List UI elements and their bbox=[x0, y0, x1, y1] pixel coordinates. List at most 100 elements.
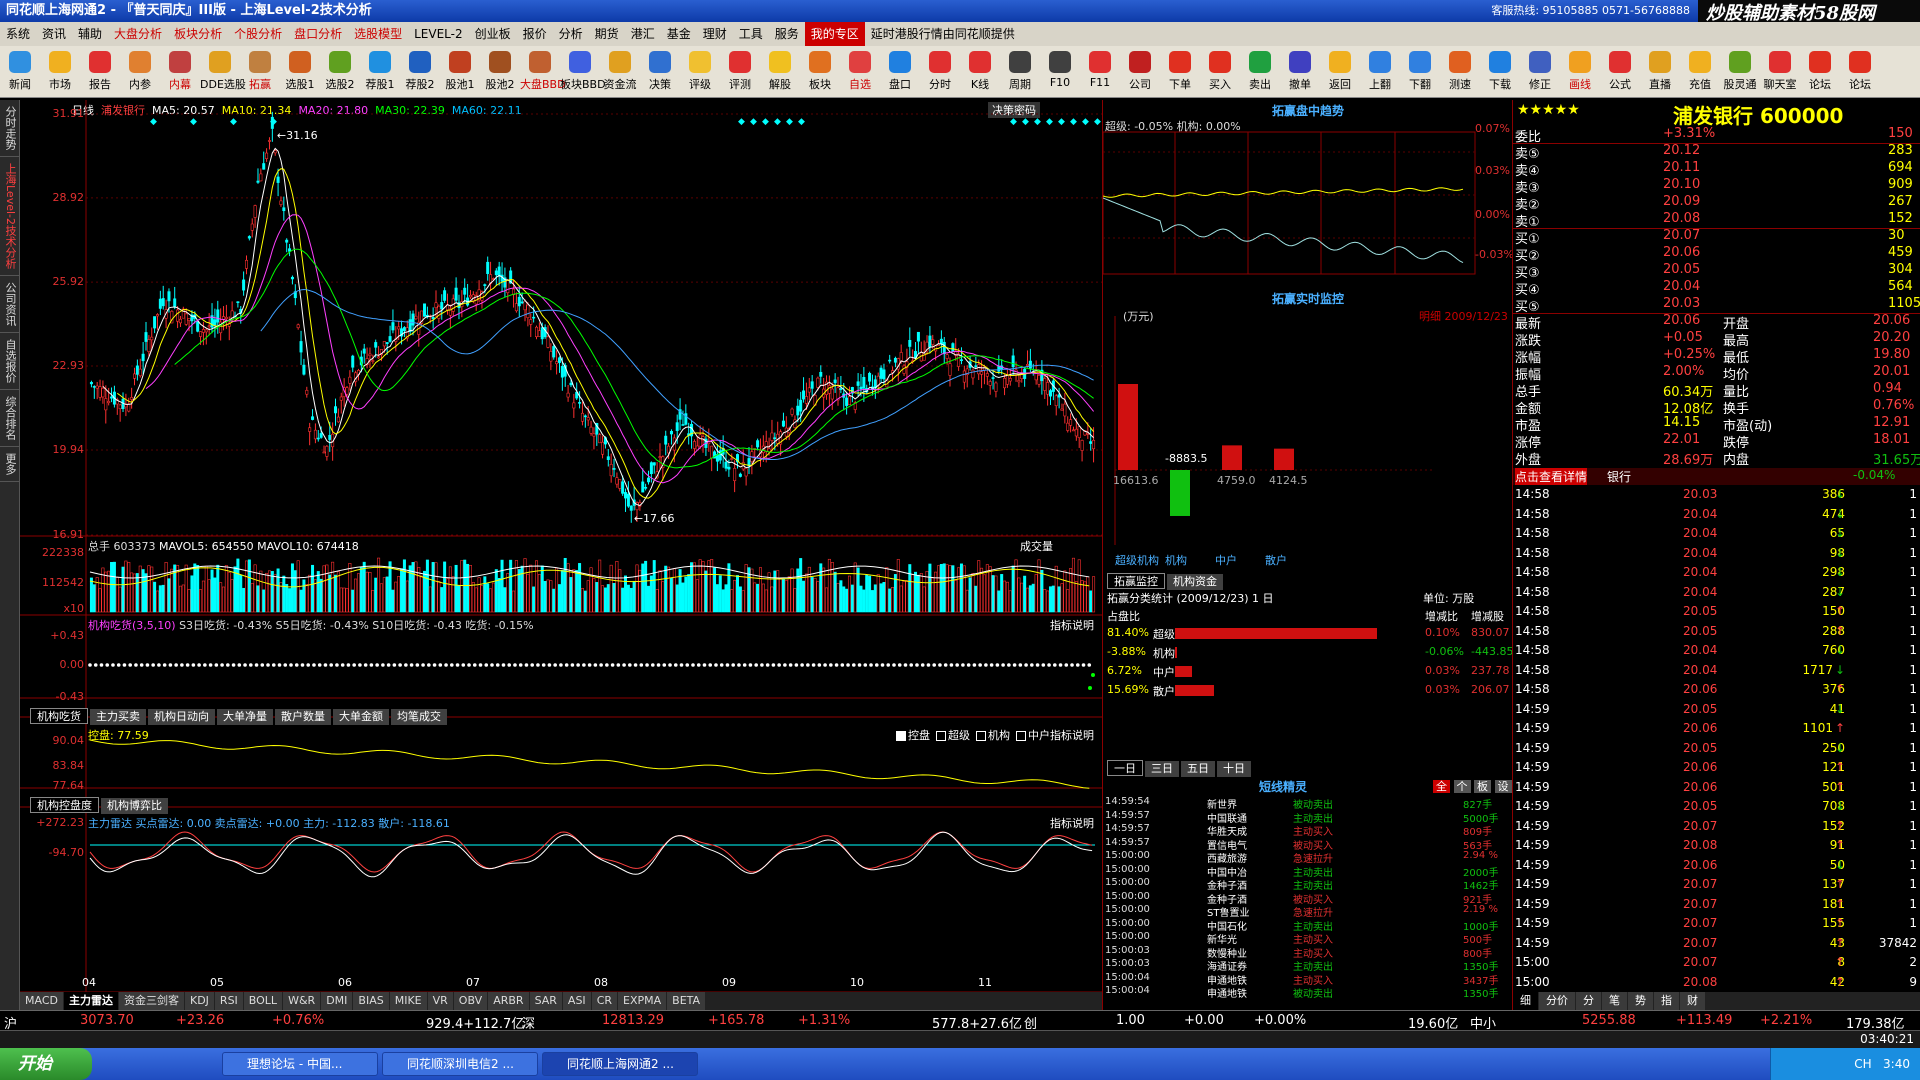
indicator-tab-0[interactable]: MACD bbox=[20, 992, 63, 1010]
menu-item-1[interactable]: 资讯 bbox=[36, 22, 72, 46]
indicator-tab-7[interactable]: DMI bbox=[321, 992, 353, 1010]
menu-item-10[interactable]: 报价 bbox=[517, 22, 553, 46]
ctrl-explain-link[interactable]: 指标说明 bbox=[1050, 727, 1094, 743]
toolbar-button-28[interactable]: 公司 bbox=[1120, 46, 1160, 97]
stats-tab-0[interactable]: 拓赢监控 bbox=[1107, 573, 1165, 589]
toolbar-button-13[interactable]: 大盘BBD bbox=[520, 46, 566, 97]
toolbar-button-45[interactable]: 论坛 bbox=[1800, 46, 1840, 97]
period-tab-2[interactable]: 五日 bbox=[1181, 761, 1215, 777]
toolbar-button-17[interactable]: 评级 bbox=[680, 46, 720, 97]
menu-item-11[interactable]: 分析 bbox=[553, 22, 589, 46]
indicator-tab-1[interactable]: 主力雷达 bbox=[63, 992, 118, 1010]
toolbar-button-25[interactable]: 周期 bbox=[1000, 46, 1040, 97]
inst-tab-4[interactable]: 散户数量 bbox=[275, 709, 331, 725]
toolbar-button-31[interactable]: 卖出 bbox=[1240, 46, 1280, 97]
toolbar-button-44[interactable]: 聊天室 bbox=[1760, 46, 1800, 97]
task-button-0[interactable]: 理想论坛 - 中国... bbox=[222, 1052, 378, 1076]
sector-name[interactable]: 银行 bbox=[1607, 468, 1631, 485]
toolbar-button-24[interactable]: K线 bbox=[960, 46, 1000, 97]
indicator-tab-3[interactable]: KDJ bbox=[184, 992, 214, 1010]
sprite-stock[interactable]: 申通地铁 bbox=[1207, 985, 1247, 1000]
toolbar-button-16[interactable]: 决策 bbox=[640, 46, 680, 97]
ctrl-checkbox-2[interactable] bbox=[976, 731, 986, 741]
menu-item-12[interactable]: 期货 bbox=[589, 22, 625, 46]
left-tab-1[interactable]: 上海Level-2技术分析 bbox=[0, 157, 20, 277]
toolbar-button-26[interactable]: F10 bbox=[1040, 46, 1080, 97]
menu-item-2[interactable]: 辅助 bbox=[72, 22, 108, 46]
ctrl-checkbox-1[interactable] bbox=[936, 731, 946, 741]
indicator-tab-16[interactable]: EXPMA bbox=[618, 992, 667, 1010]
inst-explain-link[interactable]: 指标说明 bbox=[1050, 617, 1094, 633]
left-tab-2[interactable]: 公司资讯 bbox=[0, 276, 20, 334]
toolbar-button-14[interactable]: 板块BBD bbox=[560, 46, 606, 97]
task-button-1[interactable]: 同花顺深圳电信2 ... bbox=[382, 1052, 538, 1076]
toolbar-button-35[interactable]: 下翻 bbox=[1400, 46, 1440, 97]
quote-tab-3[interactable]: 笔 bbox=[1602, 992, 1627, 1010]
toolbar-button-15[interactable]: 资金流 bbox=[600, 46, 640, 97]
menu-item-15[interactable]: 理财 bbox=[697, 22, 733, 46]
inst-tab-3[interactable]: 大单净量 bbox=[217, 709, 273, 725]
indicator-tab-9[interactable]: MIKE bbox=[389, 992, 427, 1010]
sprite-filter-single[interactable]: 个 bbox=[1453, 780, 1471, 793]
quote-tab-0[interactable]: 细 bbox=[1513, 992, 1538, 1010]
menu-item-7[interactable]: 选股模型 bbox=[348, 22, 408, 46]
menu-item-8[interactable]: LEVEL-2 bbox=[408, 22, 469, 46]
toolbar-button-0[interactable]: 新闻 bbox=[0, 46, 40, 97]
toolbar-button-21[interactable]: 自选 bbox=[840, 46, 880, 97]
ctrl-tab-1[interactable]: 机构博弈比 bbox=[101, 798, 168, 814]
menu-item-4[interactable]: 板块分析 bbox=[168, 22, 228, 46]
toolbar-button-43[interactable]: 股灵通 bbox=[1720, 46, 1760, 97]
menu-item-3[interactable]: 大盘分析 bbox=[108, 22, 168, 46]
toolbar-button-12[interactable]: 股池2 bbox=[480, 46, 520, 97]
menu-item-0[interactable]: 系统 bbox=[0, 22, 36, 46]
ctrl-checkbox-0[interactable] bbox=[896, 731, 906, 741]
toolbar-button-10[interactable]: 荐股2 bbox=[400, 46, 440, 97]
ime-indicator[interactable]: CH bbox=[1854, 1057, 1871, 1071]
toolbar-button-5[interactable]: DDE选股 bbox=[200, 46, 246, 97]
menu-item-9[interactable]: 创业板 bbox=[469, 22, 517, 46]
indicator-tab-11[interactable]: OBV bbox=[453, 992, 488, 1010]
left-tab-0[interactable]: 分时走势 bbox=[0, 100, 20, 157]
indicator-tab-8[interactable]: BIAS bbox=[353, 992, 389, 1010]
indicator-tab-14[interactable]: ASI bbox=[562, 992, 591, 1010]
period-tab-3[interactable]: 十日 bbox=[1217, 761, 1251, 777]
toolbar-button-8[interactable]: 选股2 bbox=[320, 46, 360, 97]
toolbar-button-23[interactable]: 分时 bbox=[920, 46, 960, 97]
indicator-tab-15[interactable]: CR bbox=[591, 992, 618, 1010]
volume-indicator-select[interactable]: 成交量 bbox=[1020, 538, 1053, 554]
toolbar-button-36[interactable]: 测速 bbox=[1440, 46, 1480, 97]
quote-tab-4[interactable]: 势 bbox=[1628, 992, 1653, 1010]
inst-tab-5[interactable]: 大单金额 bbox=[333, 709, 389, 725]
radar-explain-link[interactable]: 指标说明 bbox=[1050, 815, 1094, 831]
menu-item-5[interactable]: 个股分析 bbox=[228, 22, 288, 46]
toolbar-button-1[interactable]: 市场 bbox=[40, 46, 80, 97]
toolbar-button-46[interactable]: 论坛 bbox=[1840, 46, 1880, 97]
indicator-tab-13[interactable]: SAR bbox=[529, 992, 562, 1010]
toolbar-button-32[interactable]: 撤单 bbox=[1280, 46, 1320, 97]
menu-item-13[interactable]: 港汇 bbox=[625, 22, 661, 46]
toolbar-button-11[interactable]: 股池1 bbox=[440, 46, 480, 97]
quote-tab-6[interactable]: 财 bbox=[1680, 992, 1705, 1010]
toolbar-button-20[interactable]: 板块 bbox=[800, 46, 840, 97]
sprite-filter-sector[interactable]: 板 bbox=[1474, 780, 1491, 793]
inst-tab-2[interactable]: 机构日动向 bbox=[148, 709, 215, 725]
toolbar-button-9[interactable]: 荐股1 bbox=[360, 46, 400, 97]
toolbar-button-42[interactable]: 充值 bbox=[1680, 46, 1720, 97]
toolbar-button-38[interactable]: 修正 bbox=[1520, 46, 1560, 97]
toolbar-button-39[interactable]: 画线 bbox=[1560, 46, 1600, 97]
toolbar-button-30[interactable]: 买入 bbox=[1200, 46, 1240, 97]
left-tab-3[interactable]: 自选报价 bbox=[0, 333, 20, 391]
quote-tab-1[interactable]: 分价 bbox=[1539, 992, 1575, 1010]
indicator-tab-6[interactable]: W&R bbox=[283, 992, 321, 1010]
indicator-tab-12[interactable]: ARBR bbox=[488, 992, 529, 1010]
stats-tab-1[interactable]: 机构资金 bbox=[1167, 574, 1223, 590]
toolbar-button-37[interactable]: 下载 bbox=[1480, 46, 1520, 97]
toolbar-button-19[interactable]: 解股 bbox=[760, 46, 800, 97]
left-tab-4[interactable]: 综合排名 bbox=[0, 390, 20, 448]
toolbar-button-3[interactable]: 内参 bbox=[120, 46, 160, 97]
indicator-tab-10[interactable]: VR bbox=[427, 992, 453, 1010]
toolbar-button-40[interactable]: 公式 bbox=[1600, 46, 1640, 97]
toolbar-button-2[interactable]: 报告 bbox=[80, 46, 120, 97]
toolbar-button-7[interactable]: 选股1 bbox=[280, 46, 320, 97]
menu-item-17[interactable]: 服务 bbox=[769, 22, 805, 46]
